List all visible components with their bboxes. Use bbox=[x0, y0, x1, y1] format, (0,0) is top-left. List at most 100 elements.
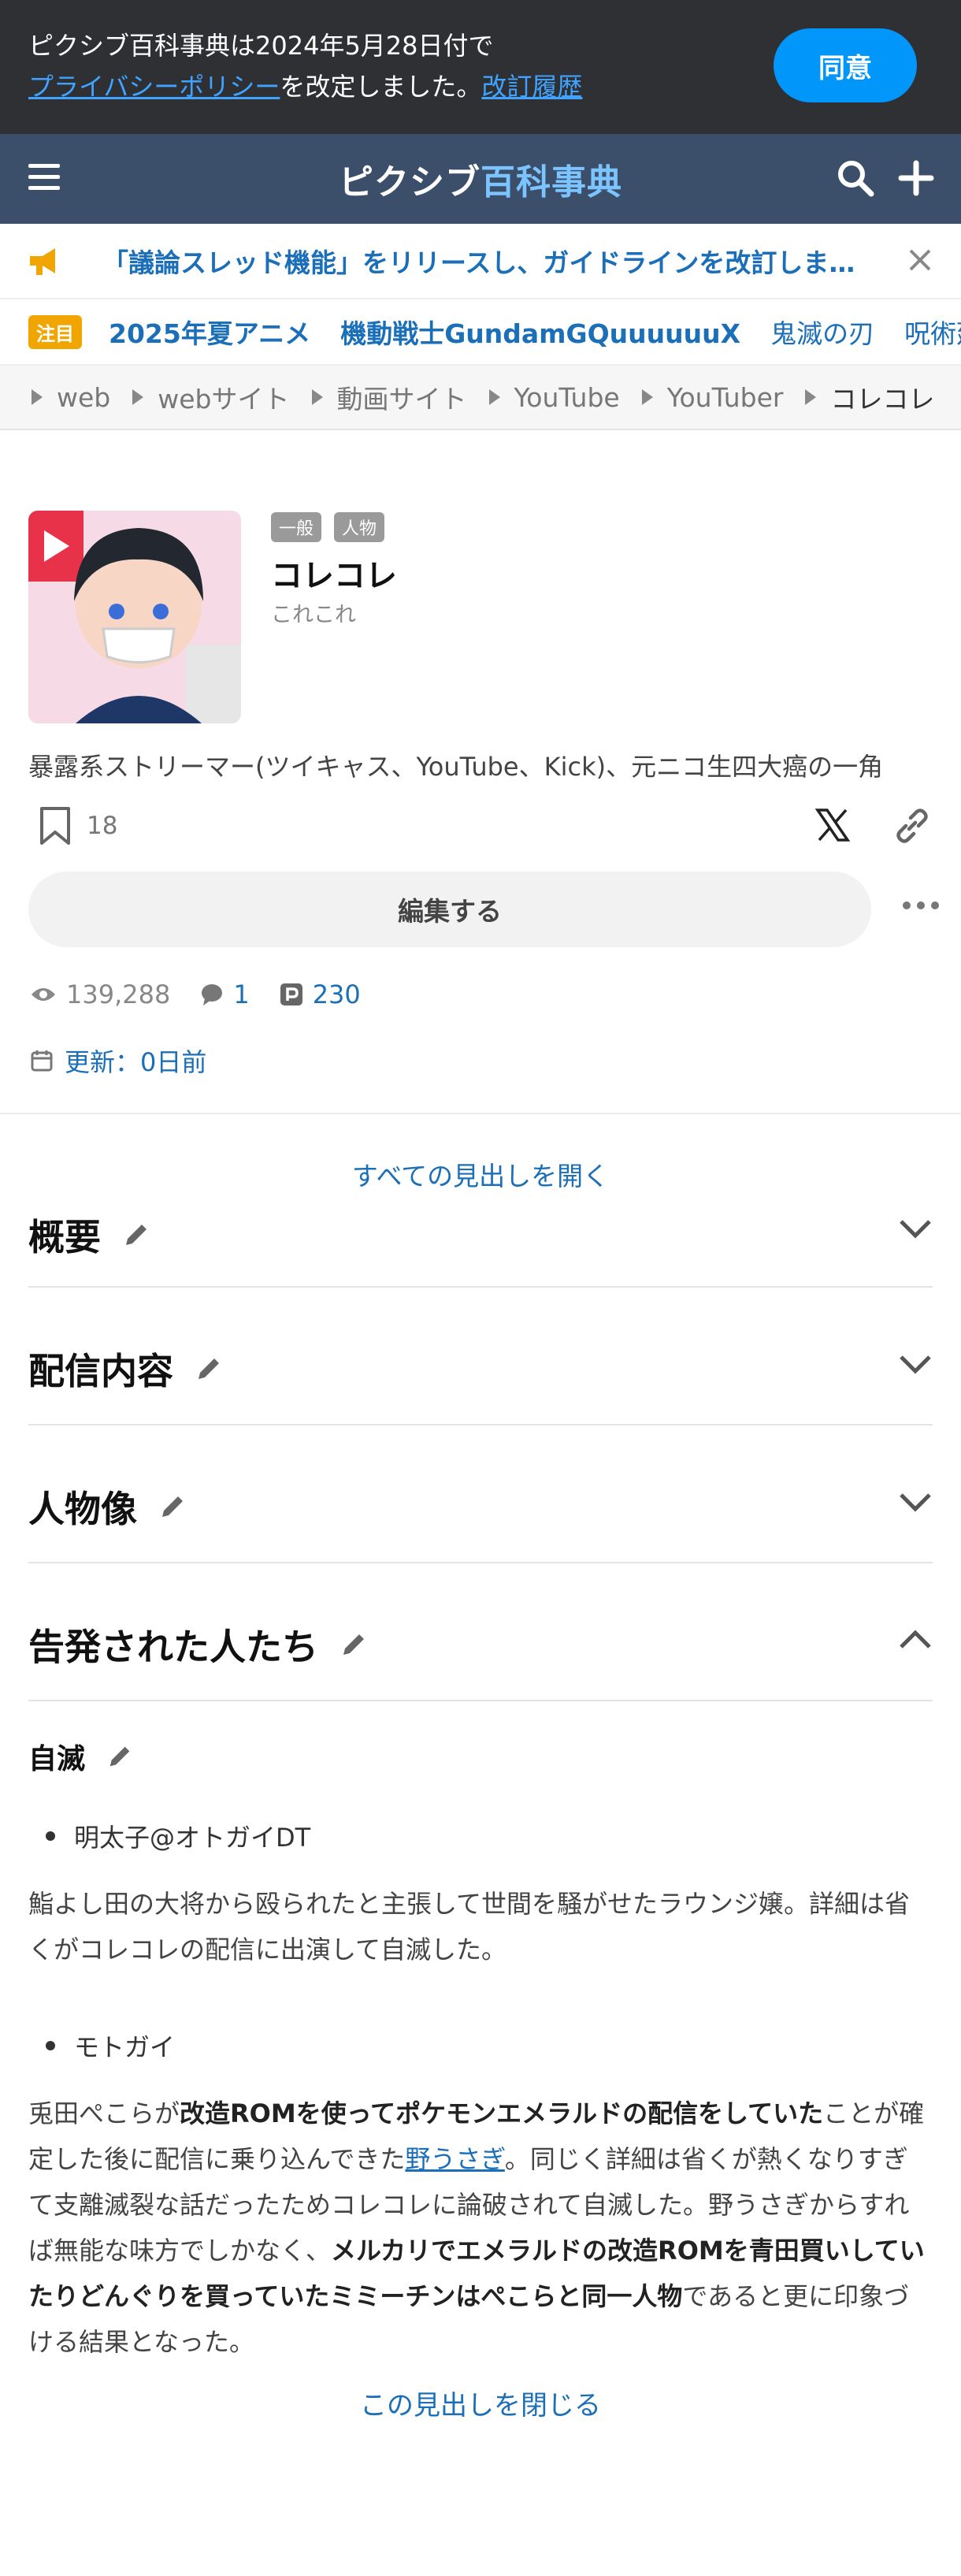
link-icon[interactable] bbox=[892, 805, 933, 846]
pencil-icon[interactable] bbox=[121, 1220, 151, 1250]
paragraph-bold: 改造ROMを使ってポケモンエメラルドの配信をしていた bbox=[180, 2098, 824, 2128]
bullet-icon bbox=[46, 1831, 55, 1841]
megaphone-icon bbox=[30, 248, 55, 275]
category-chip[interactable]: 一般 bbox=[271, 512, 322, 542]
breadcrumb-item[interactable]: webサイト bbox=[158, 378, 289, 416]
announcement-text[interactable]: 「議論スレッド機能」をリリースし、ガイドラインを改訂しま… bbox=[102, 242, 859, 280]
more-options-icon[interactable] bbox=[903, 901, 939, 909]
section-title: 告発された人たち bbox=[28, 1626, 318, 1668]
views-stat: 139,288 bbox=[30, 979, 170, 1009]
breadcrumb-item[interactable]: YouTuber bbox=[667, 382, 784, 413]
section-title: 配信内容 bbox=[28, 1350, 173, 1392]
paragraph: 兎田ぺこらが改造ROMを使ってポケモンエメラルドの配信をしていたことが確定した後… bbox=[28, 2091, 933, 2365]
section-heading: 人物像 bbox=[28, 1481, 187, 1533]
breadcrumb-item[interactable]: 動画サイト bbox=[337, 378, 467, 416]
trending-tag[interactable]: 鬼滅の刃 bbox=[770, 313, 874, 351]
list-item-text: モトガイ bbox=[74, 2032, 176, 2062]
consent-text: を改定しました。 bbox=[280, 72, 482, 102]
pixiv-works-stat[interactable]: 230 bbox=[280, 979, 361, 1009]
list-item: モトガイ bbox=[46, 2028, 933, 2064]
revision-history-link[interactable]: 改訂履歴 bbox=[481, 72, 582, 102]
title-reading: これこれ bbox=[271, 603, 356, 627]
updated-text: 更新：0日前 bbox=[65, 1047, 207, 1077]
comments-stat[interactable]: 1 bbox=[200, 979, 250, 1009]
section-personality[interactable]: 人物像 bbox=[28, 1426, 933, 1563]
breadcrumb-current: コレコレ bbox=[830, 384, 935, 414]
bullet-icon bbox=[46, 2041, 55, 2050]
trending-tag[interactable]: 呪術廻戦 bbox=[904, 313, 961, 351]
article-description: 暴露系ストリーマー(ツイキャス、YouTube、Kick)、元ニコ生四大癌の一角 bbox=[28, 752, 884, 782]
logo-text-a: ピクシブ bbox=[339, 162, 480, 203]
list-item-text: 明太子@オトガイDT bbox=[74, 1823, 311, 1853]
breadcrumb-arrow-icon bbox=[641, 389, 653, 405]
view-count: 139,288 bbox=[66, 979, 171, 1009]
chevron-down-icon[interactable] bbox=[898, 1490, 933, 1514]
breadcrumb-item[interactable]: YouTube bbox=[514, 382, 620, 413]
chevron-down-icon[interactable] bbox=[898, 1217, 933, 1240]
calendar-icon bbox=[31, 1050, 53, 1072]
trending-tags: 注目 2025年夏アニメ 機動戦士GundamGQuuuuuuX 鬼滅の刃 呪術… bbox=[0, 299, 961, 366]
privacy-policy-link[interactable]: プライバシーポリシー bbox=[28, 72, 280, 102]
search-icon[interactable] bbox=[835, 158, 876, 199]
subsection-heading: 自滅 bbox=[28, 1736, 933, 1777]
pixiv-icon bbox=[280, 983, 302, 1005]
trending-tag[interactable]: 機動戦士GundamGQuuuuuuX bbox=[340, 313, 740, 351]
article-categories: 一般 人物 bbox=[271, 512, 385, 542]
breadcrumb: web webサイト 動画サイト YouTube YouTuber コレコレ bbox=[0, 366, 961, 430]
edit-button[interactable]: 編集する bbox=[28, 872, 871, 947]
section-accused[interactable]: 告発された人たち bbox=[28, 1563, 933, 1701]
trending-badge: 注目 bbox=[28, 314, 82, 349]
menu-icon[interactable] bbox=[28, 164, 60, 192]
section-overview[interactable]: 概要 bbox=[28, 1190, 933, 1288]
agree-button[interactable]: 同意 bbox=[774, 28, 917, 102]
updated-info[interactable]: 更新：0日前 bbox=[0, 1042, 961, 1080]
plus-icon[interactable] bbox=[898, 160, 934, 196]
breadcrumb-arrow-icon bbox=[805, 389, 817, 405]
section-content[interactable]: 配信内容 bbox=[28, 1288, 933, 1426]
section-heading: 概要 bbox=[28, 1209, 151, 1261]
breadcrumb-arrow-icon bbox=[132, 389, 144, 405]
section-title: 概要 bbox=[28, 1216, 101, 1258]
article-thumbnail[interactable] bbox=[28, 511, 241, 723]
breadcrumb-item[interactable]: web bbox=[57, 382, 110, 413]
comment-count: 1 bbox=[233, 979, 250, 1009]
pencil-icon[interactable] bbox=[106, 1742, 134, 1771]
logo-text-b: 百科事典 bbox=[480, 162, 622, 203]
eye-icon bbox=[32, 988, 55, 1001]
category-chip[interactable]: 人物 bbox=[334, 512, 385, 542]
article-stats: 139,288 1 230 bbox=[0, 976, 961, 1013]
breadcrumb-arrow-icon bbox=[32, 389, 43, 405]
subsection-title: 自滅 bbox=[28, 1743, 86, 1775]
article-header: 一般 人物 コレコレ これこれ 暴露系ストリーマー(ツイキャス、YouTube、… bbox=[0, 511, 961, 782]
open-all-sections-link[interactable]: すべての見出しを開く bbox=[0, 1155, 961, 1191]
bookmark-icon bbox=[40, 807, 70, 845]
section-heading: 告発された人たち bbox=[28, 1619, 369, 1671]
bookmark-count: 18 bbox=[87, 812, 118, 840]
bookmark-button[interactable]: 18 bbox=[38, 805, 117, 846]
chevron-up-icon[interactable] bbox=[898, 1628, 933, 1652]
divider bbox=[0, 1113, 961, 1114]
article-link[interactable]: 野うさぎ bbox=[405, 2144, 504, 2174]
section-heading: 配信内容 bbox=[28, 1343, 224, 1395]
pencil-icon[interactable] bbox=[339, 1630, 369, 1660]
comment-icon bbox=[202, 984, 223, 1005]
close-section-link[interactable]: この見出しを閉じる bbox=[0, 2384, 961, 2422]
pixiv-count: 230 bbox=[312, 979, 361, 1009]
consent-banner: ピクシブ百科事典は2024年5月28日付で プライバシーポリシーを改定しました。… bbox=[0, 0, 961, 134]
breadcrumb-arrow-icon bbox=[311, 389, 323, 405]
paragraph-text: 兎田ぺこらが bbox=[28, 2098, 180, 2128]
site-logo[interactable]: ピクシブ百科事典 bbox=[339, 154, 622, 204]
paragraph: 鮨よし田の大将から殴られたと主張して世間を騒がせたラウンジ嬢。詳細は省くがコレコ… bbox=[28, 1889, 911, 1965]
pencil-icon[interactable] bbox=[194, 1354, 224, 1384]
section-title: 人物像 bbox=[28, 1488, 137, 1530]
announcement-bar[interactable]: 「議論スレッド機能」をリリースし、ガイドラインを改訂しま… bbox=[0, 224, 961, 299]
x-share-icon[interactable] bbox=[814, 807, 851, 843]
close-icon[interactable] bbox=[906, 246, 934, 274]
page-title: コレコレ bbox=[271, 558, 397, 594]
list-item: 明太子@オトガイDT bbox=[46, 1818, 933, 1854]
chevron-down-icon[interactable] bbox=[898, 1352, 933, 1376]
top-nav-bar: ピクシブ百科事典 bbox=[0, 134, 961, 224]
pencil-icon[interactable] bbox=[158, 1492, 187, 1522]
edit-row: 編集する bbox=[0, 872, 961, 947]
trending-tag[interactable]: 2025年夏アニメ bbox=[109, 313, 310, 351]
